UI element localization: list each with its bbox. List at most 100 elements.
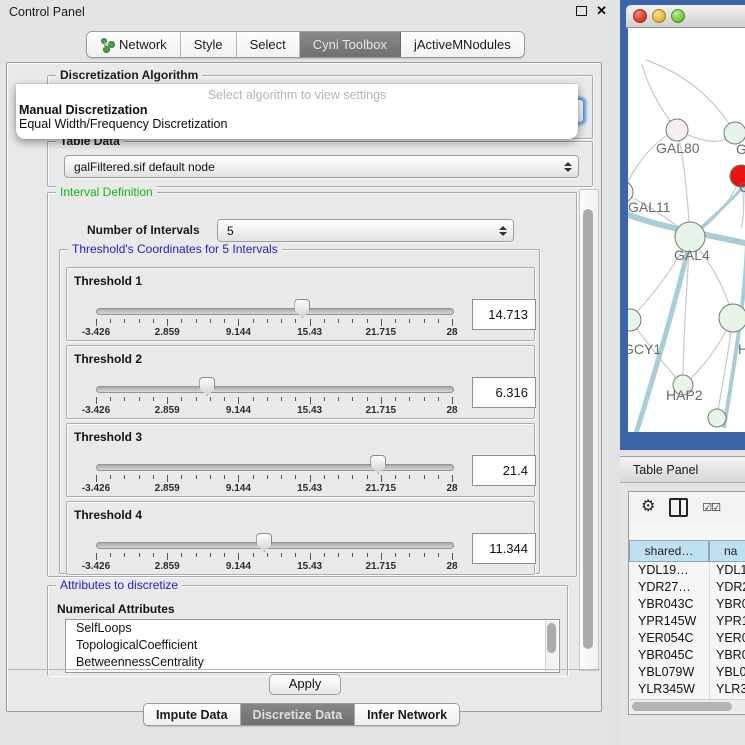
table-row[interactable]: YDR27…YDR2 [629,579,745,596]
minimize-traffic-light-icon[interactable] [652,9,666,23]
slider-tick [196,553,197,557]
slider-tick [381,397,382,404]
slider-tick [338,475,339,479]
threshold-value-field[interactable]: 14.713 [472,299,536,330]
table-panel: ⚙ ☑☑ shared…na YDL19…YDL1YDR27…YDR2YBR04… [620,483,745,745]
tab-style[interactable]: Style [181,32,237,57]
scrollbar-thumb[interactable] [632,702,732,711]
slider-tick [324,397,325,401]
network-node[interactable] [666,119,688,141]
algorithm-option[interactable]: Equal Width/Frequency Discretization [16,117,578,131]
slider-tick [96,319,97,326]
table-column-header[interactable]: na [709,540,745,562]
slider-tick [438,553,439,557]
threshold-panel-3: Threshold 3-3.4262.8599.14415.4321.71528… [66,423,535,497]
tab-discretize-data[interactable]: Discretize Data [241,704,356,725]
table-row[interactable]: YDL19…YDL1 [629,562,745,579]
slider-tick [238,475,239,482]
table-row[interactable]: YBR045CYBR0 [629,647,745,664]
slider-tick [367,553,368,557]
slider-thumb[interactable] [370,455,386,474]
slider-tick [224,475,225,479]
attribute-list-item[interactable]: SelfLoops [66,620,559,637]
slider-track[interactable] [96,308,454,315]
threshold-label: Threshold 1 [74,274,142,288]
tab-select[interactable]: Select [237,32,300,57]
thresholds-group: Threshold's Coordinates for 5 Intervals … [59,249,540,574]
slider-tick [139,553,140,557]
threshold-value-field[interactable]: 6.316 [472,377,536,408]
close-icon[interactable]: ✕ [596,4,607,17]
slider-tick [352,553,353,557]
slider-thumb[interactable] [256,533,272,552]
slider-tick [110,553,111,557]
threshold-label: Threshold 3 [74,430,142,444]
panel-vertical-scrollbar[interactable] [579,189,599,671]
float-window-icon[interactable] [576,6,587,16]
control-panel-titlebar: Control Panel ✕ [0,0,615,24]
slider-track[interactable] [96,464,454,471]
slider-tick-label: 15.43 [278,327,342,338]
content-divider [8,669,600,670]
columns-icon[interactable] [669,498,688,517]
slider-tick [310,553,311,560]
slider-tick-label: 9.144 [206,561,270,572]
slider-tick [96,397,97,404]
slider-tick [338,319,339,323]
table-horizontal-scrollbar[interactable] [630,699,745,713]
tab-jactivemnodules[interactable]: jActiveMNodules [401,32,524,57]
node-label: GCY1 [628,341,661,357]
gear-icon[interactable]: ⚙ [641,499,655,515]
slider-track[interactable] [96,386,454,393]
table-row[interactable]: YBL079WYBL0 [629,664,745,681]
table-rows: YDL19…YDL1YDR27…YDR2YBR043CYBR0YPR145WYP… [629,562,745,715]
node-label: GA [736,141,745,157]
table-row[interactable]: YPR145WYPR1 [629,613,745,630]
network-node[interactable] [719,304,745,332]
close-traffic-light-icon[interactable] [633,9,647,23]
slider-thumb[interactable] [199,377,215,396]
slider-tick [367,319,368,323]
select-columns-icon[interactable]: ☑☑ [702,501,720,514]
tab-infer-network[interactable]: Infer Network [355,704,459,725]
threshold-value-field[interactable]: 21.4 [472,455,536,486]
table-column-header[interactable]: shared… [629,540,709,562]
table-row[interactable]: YBR043CYBR0 [629,596,745,613]
network-window-titlebar[interactable] [626,5,745,28]
scrollbar-thumb[interactable] [583,209,593,649]
network-node[interactable] [628,309,641,331]
slider-tick [253,553,254,557]
slider-tick [139,397,140,401]
node-label: GAL11 [628,199,671,215]
tab-network[interactable]: Network [87,32,181,57]
slider-tick [210,397,211,401]
table-row[interactable]: YER054CYER0 [629,630,745,647]
slider-tick [367,397,368,401]
tab-cyni-toolbox[interactable]: Cyni Toolbox [300,32,401,57]
panel-title: Control Panel [9,5,85,19]
table-cell: YBR0 [709,596,745,613]
threshold-label: Threshold 2 [74,352,142,366]
attribute-list-item[interactable]: TopologicalCoefficient [66,637,559,654]
attributes-list[interactable]: SelfLoopsTopologicalCoefficientBetweenne… [65,619,560,673]
slider-track[interactable] [96,542,454,549]
slider-thumb[interactable] [294,299,310,318]
table-data-select[interactable]: galFiltered.sif default node [64,155,579,178]
number-of-intervals-select[interactable]: 5 [217,219,514,242]
slider-tick [238,319,239,326]
network-graph: GAL80GACGAL11GAL4GCY1HHAP2 [628,28,745,432]
tab-impute-data[interactable]: Impute Data [144,704,241,725]
slider-tick [395,319,396,323]
threshold-value-field[interactable]: 11.344 [472,533,536,564]
zoom-traffic-light-icon[interactable] [671,9,685,23]
slider-tick [167,397,168,404]
slider-tick [181,319,182,323]
table-panel-title: Table Panel [633,463,698,477]
network-edge[interactable] [646,60,735,133]
algorithm-option[interactable]: Manual Discretization [16,103,578,117]
apply-button[interactable]: Apply [269,674,341,695]
attributes-list-scrollbar[interactable] [545,621,558,671]
network-node[interactable] [708,409,726,427]
network-canvas[interactable]: GAL80GACGAL11GAL4GCY1HHAP2 [628,28,745,432]
table-row[interactable]: YLR345WYLR3 [629,681,745,698]
